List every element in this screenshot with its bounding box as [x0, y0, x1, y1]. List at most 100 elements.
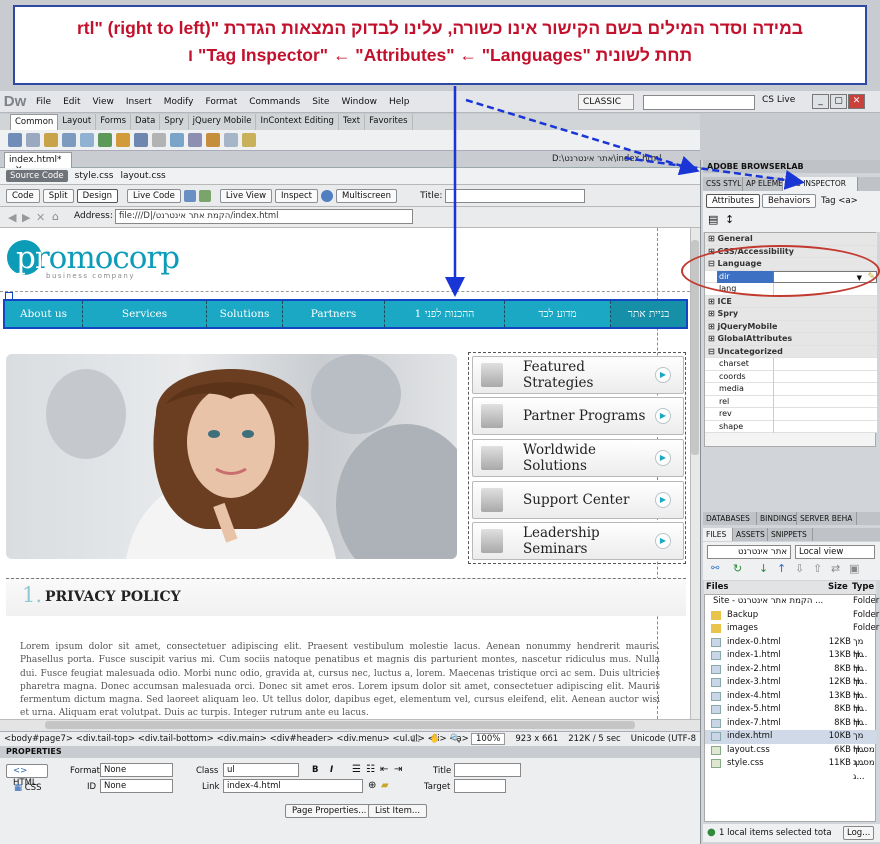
- menu-format[interactable]: Format: [200, 97, 244, 107]
- date-icon[interactable]: [134, 133, 148, 147]
- nav-item-about[interactable]: About us: [5, 301, 83, 327]
- inspect-button[interactable]: Inspect: [275, 188, 319, 203]
- col-type[interactable]: Type: [852, 582, 874, 592]
- browserlab-panel-header[interactable]: ADOBE BROWSERLAB: [703, 160, 880, 173]
- file-row-selected[interactable]: index.html 10KB מך H...: [705, 730, 877, 755]
- feature-item-seminars[interactable]: Leadership Seminars ▶: [472, 522, 684, 560]
- back-icon[interactable]: ◀: [8, 211, 16, 224]
- sync-icon[interactable]: ⇄: [831, 562, 840, 575]
- attr-row-shape[interactable]: shape: [705, 420, 877, 433]
- browse-folder-icon[interactable]: ▰: [381, 780, 389, 791]
- nav-item-build-site[interactable]: בניית אתר: [611, 301, 686, 327]
- attr-value[interactable]: [773, 358, 877, 371]
- validate-icon[interactable]: [198, 189, 211, 202]
- file-row[interactable]: Backup Folder: [705, 609, 879, 623]
- category-spry[interactable]: ⊞ Spry: [705, 308, 877, 321]
- tab-layout[interactable]: Layout: [58, 114, 97, 130]
- behaviors-tab[interactable]: Behaviors: [761, 193, 817, 208]
- menu-edit[interactable]: Edit: [57, 97, 86, 107]
- attr-row-charset[interactable]: charset: [705, 358, 877, 371]
- check-out-icon[interactable]: ⇩: [795, 562, 804, 575]
- category-general[interactable]: ⊞ General: [705, 233, 877, 246]
- attr-value[interactable]: [773, 395, 877, 408]
- nav-item-solutions[interactable]: Solutions: [207, 301, 283, 327]
- tab-data[interactable]: Data: [131, 114, 161, 130]
- link-input[interactable]: index-4.html: [223, 779, 363, 793]
- related-source-code[interactable]: Source Code: [6, 170, 68, 182]
- nav-item-partners[interactable]: Partners: [283, 301, 385, 327]
- email-link-icon[interactable]: [26, 133, 40, 147]
- format-select[interactable]: None: [100, 763, 173, 777]
- col-files[interactable]: Files: [706, 582, 728, 592]
- unordered-list-icon[interactable]: ☰: [352, 764, 361, 775]
- close-icon[interactable]: ✕: [848, 94, 865, 109]
- workspace-switcher[interactable]: CLASSIC: [578, 94, 634, 110]
- address-input[interactable]: file:///D|/הקמת אתר אינטרנט/index.html: [115, 209, 413, 224]
- tab-snippets[interactable]: SNIPPETS: [768, 528, 813, 541]
- view-select[interactable]: Local view: [795, 545, 875, 559]
- feature-item-strategies[interactable]: Featured Strategies ▶: [472, 356, 684, 394]
- window-size[interactable]: 923 x 661: [515, 734, 558, 744]
- outdent-icon[interactable]: ⇤: [380, 764, 388, 775]
- select-tool-icon[interactable]: ⬚: [412, 734, 420, 744]
- help-search-input[interactable]: [643, 95, 755, 110]
- live-view-button[interactable]: Live View: [219, 188, 273, 203]
- attr-row-media[interactable]: media: [705, 383, 877, 396]
- category-view-icon[interactable]: ▤: [708, 213, 718, 226]
- id-select[interactable]: None: [100, 779, 173, 793]
- menu-view[interactable]: View: [87, 97, 120, 107]
- feature-item-support[interactable]: Support Center ▶: [472, 481, 684, 519]
- css-mode-button[interactable]: ▦ CSS: [14, 783, 41, 793]
- nav-item-why-alone[interactable]: מדוע לבד: [505, 301, 611, 327]
- tab-incontext-editing[interactable]: InContext Editing: [256, 114, 339, 130]
- zoom-select[interactable]: 100%: [471, 733, 506, 745]
- file-row[interactable]: Site - הקמת אתר אינטרנט ... Folder: [705, 595, 879, 609]
- category-uncategorized[interactable]: ⊟ Uncategorized: [705, 345, 877, 358]
- minimize-icon[interactable]: _: [812, 94, 829, 109]
- attr-value[interactable]: [773, 370, 877, 383]
- file-row[interactable]: index-4.html 13KB מך H...: [705, 690, 877, 714]
- cs-live-button[interactable]: CS Live: [762, 95, 795, 105]
- split-view-button[interactable]: Split: [42, 188, 74, 203]
- hyperlink-icon[interactable]: [8, 133, 22, 147]
- category-ice[interactable]: ⊞ ICE: [705, 295, 877, 308]
- feature-item-partners[interactable]: Partner Programs ▶: [472, 397, 684, 435]
- menu-modify[interactable]: Modify: [158, 97, 200, 107]
- tab-bindings[interactable]: BINDINGS: [757, 512, 797, 525]
- target-select[interactable]: [454, 779, 506, 793]
- related-style-css[interactable]: style.css: [75, 171, 114, 181]
- related-layout-css[interactable]: layout.css: [120, 171, 165, 181]
- nav-item-preparations[interactable]: ההכנות לפני 1: [385, 301, 505, 327]
- file-row[interactable]: layout.css 6KB מסמך ג...: [705, 744, 877, 768]
- browser-preview-icon[interactable]: [321, 189, 334, 202]
- class-select[interactable]: ul: [223, 763, 299, 777]
- log-button[interactable]: Log...: [843, 826, 875, 840]
- head-icon[interactable]: [188, 133, 202, 147]
- menu-window[interactable]: Window: [335, 97, 383, 107]
- file-row[interactable]: index-0.html 12KB מך H...: [705, 636, 877, 660]
- attr-value[interactable]: [773, 420, 877, 433]
- menu-commands[interactable]: Commands: [243, 97, 306, 107]
- zoom-tool-icon[interactable]: 🔍: [450, 734, 461, 744]
- table-icon[interactable]: [62, 133, 76, 147]
- menu-file[interactable]: File: [30, 97, 57, 107]
- tab-server-behaviors[interactable]: SERVER BEHA: [797, 512, 857, 525]
- ordered-list-icon[interactable]: ☷: [366, 764, 375, 775]
- media-icon[interactable]: [116, 133, 130, 147]
- menu-insert[interactable]: Insert: [120, 97, 158, 107]
- tab-forms[interactable]: Forms: [96, 114, 132, 130]
- tab-favorites[interactable]: Favorites: [365, 114, 413, 130]
- tag-selector[interactable]: <body#page7> <div.tail-top> <div.tail-bo…: [0, 734, 469, 744]
- multiscreen-button[interactable]: Multiscreen: [336, 188, 398, 203]
- connect-icon[interactable]: ⚯: [711, 563, 719, 574]
- design-view-button[interactable]: Design: [76, 188, 118, 203]
- point-to-file-icon[interactable]: ⊕: [368, 780, 376, 791]
- hand-tool-icon[interactable]: ✋: [430, 734, 441, 744]
- file-row[interactable]: index-7.html8KBמך H...: [705, 717, 877, 741]
- comment-icon[interactable]: [170, 133, 184, 147]
- forward-icon[interactable]: ▶: [22, 211, 30, 224]
- check-browser-icon[interactable]: [183, 189, 196, 202]
- attr-value[interactable]: [773, 408, 877, 421]
- stop-icon[interactable]: ✕: [36, 211, 45, 224]
- server-side-include-icon[interactable]: [152, 133, 166, 147]
